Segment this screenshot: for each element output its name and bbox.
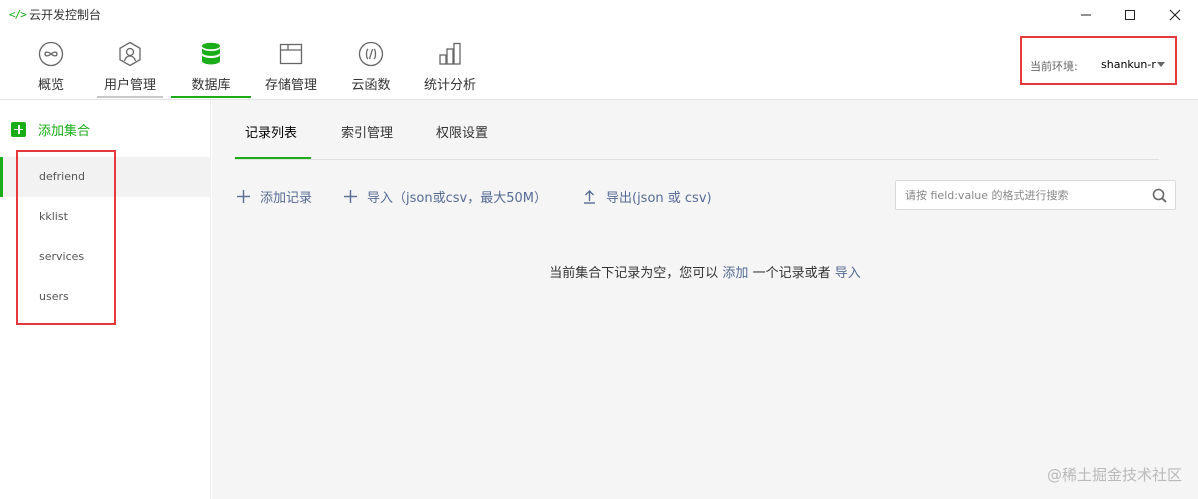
tab-storage[interactable]: 存储管理 [262,40,320,98]
add-record-label: 添加记录 [260,190,313,206]
empty-add-link[interactable]: 添加 [722,266,748,281]
empty-state-message: 当前集合下记录为空，您可以 添加 一个记录或者 导入 [212,262,1198,281]
add-collection-button[interactable]: 添加集合 [11,120,91,139]
tab-cloud-function[interactable]: 云函数 [349,40,393,98]
tab-statistics-label: 统计分析 [423,78,476,93]
collection-item-kklist[interactable]: kklist [0,197,211,237]
tab-overview[interactable]: 概览 [34,40,68,98]
folder-icon [279,43,303,65]
tab-user-management-label: 用户管理 [103,78,156,93]
title-bar: </> 云开发控制台 [0,0,1198,30]
function-icon [358,41,384,67]
plus-square-icon [11,121,26,137]
collection-list: defriend kklist services users [0,157,211,317]
database-icon [202,42,220,65]
search-input[interactable] [905,187,1145,204]
close-button[interactable] [1163,3,1187,27]
main-panel: 记录列表 索引管理 权限设置 添加记录 导入（json或csv，最大50M） 导… [212,100,1198,499]
tab-database[interactable]: 数据库 [171,40,251,98]
collection-item-services[interactable]: services [0,237,211,277]
tab-user-management[interactable]: 用户管理 [97,40,163,98]
tab-storage-label: 存储管理 [264,78,317,93]
tab-overview-label: 概览 [37,78,64,93]
add-collection-label: 添加集合 [38,123,91,139]
empty-import-link[interactable]: 导入 [835,266,861,281]
search-icon[interactable] [1152,188,1167,203]
tab-record-list[interactable]: 记录列表 [245,122,297,141]
tab-cloud-function-label: 云函数 [351,78,391,93]
minimize-button[interactable] [1074,3,1098,27]
record-search [895,180,1176,210]
collection-item-defriend[interactable]: defriend [0,157,211,197]
empty-prefix: 当前集合下记录为空，您可以 [549,266,719,281]
plus-icon [237,189,250,203]
env-select[interactable]: shankun-r [1101,58,1156,71]
tab-index-management[interactable]: 索引管理 [341,122,393,141]
stats-icon [439,42,461,65]
plus-icon [344,189,357,203]
watermark: @稀土掘金技术社区 [1046,466,1182,484]
env-label: 当前环境: [1030,60,1078,73]
import-button[interactable]: 导入（json或csv，最大50M） [343,187,547,206]
maximize-button[interactable] [1118,3,1142,27]
main-toolbar: 概览 用户管理 数据库 存储管理 云函数 统计分析 [0,30,1198,100]
empty-middle: 一个记录或者 [752,266,831,281]
minimize-icon [1081,14,1091,16]
tab-permission-settings[interactable]: 权限设置 [436,122,488,141]
sub-tab-bar: 记录列表 索引管理 权限设置 [235,100,1159,160]
add-record-button[interactable]: 添加记录 [236,187,313,206]
import-label: 导入（json或csv，最大50M） [367,190,547,206]
collection-sidebar: 添加集合 defriend kklist services users [0,100,211,499]
maximize-icon [1125,10,1135,20]
export-button[interactable]: 导出(json 或 csv) [582,187,712,206]
user-icon [119,41,141,67]
tab-statistics[interactable]: 统计分析 [421,40,479,98]
close-icon [1169,9,1181,21]
export-label: 导出(json 或 csv) [606,190,712,206]
window-title: 云开发控制台 [29,8,102,22]
app-code-icon: </> [9,8,27,21]
upload-icon [584,189,595,204]
tab-database-label: 数据库 [191,78,231,93]
active-tab-underline [235,157,311,159]
collection-item-users[interactable]: users [0,277,211,317]
caret-down-icon[interactable] [1157,62,1165,67]
overview-icon [38,41,64,67]
